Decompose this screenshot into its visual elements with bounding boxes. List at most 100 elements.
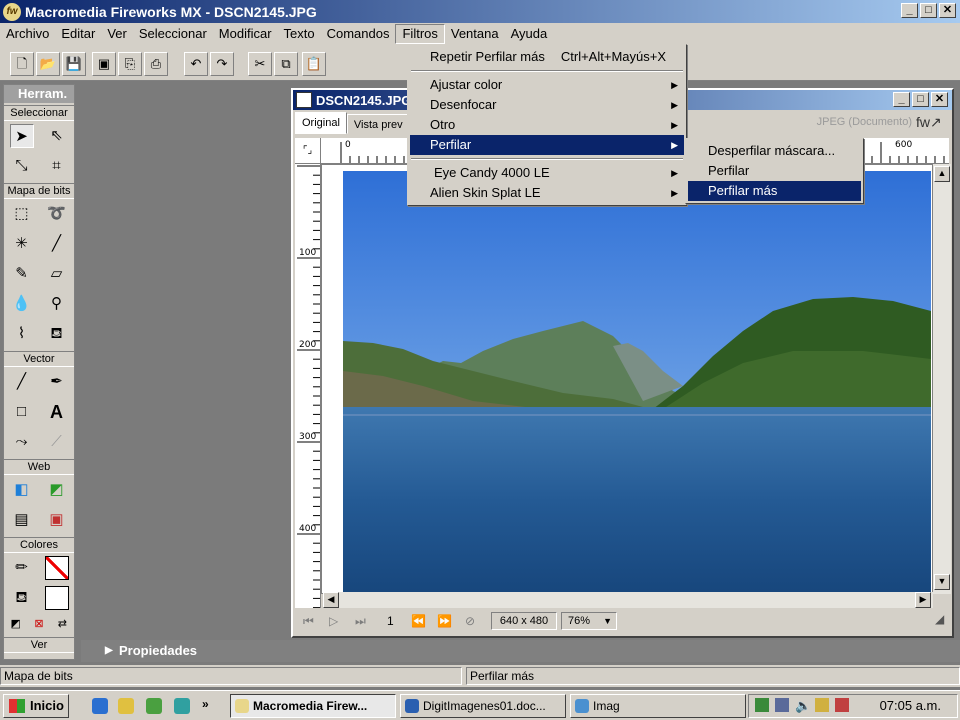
copy-icon[interactable]: ⧉	[274, 52, 298, 76]
menu-comandos[interactable]: Comandos	[321, 24, 396, 44]
eraser-tool-icon[interactable]: ▱	[45, 262, 69, 286]
scale-tool-icon[interactable]: ⤡	[10, 154, 34, 178]
vertical-scrollbar[interactable]: ▲ ▼	[933, 164, 951, 594]
freeform-tool-icon[interactable]: ⤳	[10, 430, 34, 454]
menu-item-otro[interactable]: Otro ▶	[410, 115, 684, 135]
first-frame-icon[interactable]: ⏮	[303, 614, 314, 629]
edit-in-icon[interactable]: fw↗	[916, 114, 946, 132]
task-fireworks[interactable]: Macromedia Firew...	[230, 694, 396, 718]
ruler-origin[interactable]: ⌜⌟	[295, 138, 321, 164]
open-folder-icon[interactable]: 📂	[36, 52, 60, 76]
eyedropper-icon[interactable]: ⌇	[10, 322, 34, 346]
task-imag[interactable]: Imag	[570, 694, 746, 718]
menu-item-alien-skin[interactable]: Alien Skin Splat LE ▶	[410, 183, 684, 203]
menu-editar[interactable]: Editar	[55, 24, 101, 44]
close-button[interactable]: ✕	[939, 3, 956, 18]
task-word-doc[interactable]: DigitImagenes01.doc...	[400, 694, 566, 718]
exit-bitmap-mode-icon[interactable]: ⊘	[465, 614, 475, 628]
new-file-icon[interactable]: 🗋	[10, 52, 34, 76]
hotspot-tool-icon[interactable]: ◧	[10, 478, 34, 502]
no-color-icon[interactable]: ⊠	[27, 612, 50, 636]
zoom-select[interactable]: 76% ▼	[561, 612, 617, 630]
last-frame-icon[interactable]: ⏭	[355, 614, 366, 629]
prev-frame-icon[interactable]: ⏪	[411, 614, 426, 628]
canvas-area[interactable]	[321, 164, 933, 594]
crop-tool-icon[interactable]: ⌗	[45, 154, 69, 178]
menu-item-desenfocar[interactable]: Desenfocar ▶	[410, 95, 684, 115]
export-icon[interactable]: ⎘	[118, 52, 142, 76]
blur-tool-icon[interactable]: 💧	[10, 292, 34, 316]
rubber-stamp-icon[interactable]: ⚲	[45, 292, 69, 316]
paint-bucket-icon[interactable]: ⛾	[45, 322, 69, 346]
start-button[interactable]: Inicio	[3, 694, 69, 718]
horizontal-scrollbar[interactable]: ◀ ▶	[323, 592, 933, 608]
tab-original[interactable]: Original	[295, 112, 347, 134]
undo-icon[interactable]: ↶	[184, 52, 208, 76]
menu-ayuda[interactable]: Ayuda	[505, 24, 554, 44]
resize-grip-icon[interactable]: ◢	[935, 612, 944, 626]
menu-seleccionar[interactable]: Seleccionar	[133, 24, 213, 44]
hide-slices-icon[interactable]: ▤	[10, 508, 34, 532]
magic-wand-icon[interactable]: ✳	[10, 232, 34, 256]
menu-modificar[interactable]: Modificar	[213, 24, 278, 44]
print-icon[interactable]: ⎙	[144, 52, 168, 76]
minimize-button[interactable]: _	[901, 3, 918, 18]
more-quicklaunch-icon[interactable]: »	[202, 697, 209, 711]
swap-colors-icon[interactable]: ⇄	[51, 612, 74, 636]
menu-item-perfilar[interactable]: Perfilar ▶	[410, 135, 684, 155]
menu-item-perfilar-basic[interactable]: Perfilar	[688, 161, 861, 181]
scroll-right-icon[interactable]: ▶	[915, 592, 931, 608]
redo-icon[interactable]: ↷	[210, 52, 234, 76]
slice-tool-icon[interactable]: ◩	[45, 478, 69, 502]
volume-icon[interactable]: 🔈	[795, 698, 811, 714]
paste-icon[interactable]: 📋	[302, 52, 326, 76]
menu-filtros[interactable]: Filtros	[395, 24, 445, 44]
default-colors-icon[interactable]: ◩	[4, 612, 27, 636]
next-frame-icon[interactable]: ⏩	[437, 614, 452, 628]
desktop-icon[interactable]	[174, 698, 190, 714]
outlook-icon[interactable]	[118, 698, 134, 714]
explorer-icon[interactable]	[146, 698, 162, 714]
doc-close-button[interactable]: ✕	[931, 92, 948, 107]
tools-panel-title[interactable]: Herram.	[4, 85, 74, 103]
scroll-up-icon[interactable]: ▲	[934, 166, 950, 182]
subselect-tool-icon[interactable]: ⇖	[45, 124, 69, 148]
lake-photo[interactable]	[343, 171, 931, 593]
menu-item-eye-candy[interactable]: Eye Candy 4000 LE ▶	[410, 163, 684, 183]
menu-archivo[interactable]: Archivo	[0, 24, 55, 44]
marquee-tool-icon[interactable]: ⬚	[10, 202, 34, 226]
tray-security-icon[interactable]	[835, 698, 849, 712]
ie-icon[interactable]	[92, 698, 108, 714]
line-tool-icon[interactable]: ╱	[10, 370, 34, 394]
menu-ver[interactable]: Ver	[101, 24, 133, 44]
stroke-color-swatch[interactable]	[44, 556, 69, 580]
tray-monitor-icon[interactable]	[815, 698, 829, 712]
fill-color-swatch[interactable]	[44, 586, 69, 610]
fill-color-icon[interactable]: ⛾	[10, 586, 34, 610]
maximize-button[interactable]: □	[920, 3, 937, 18]
menu-item-repeat-filter[interactable]: Repetir Perfilar más Ctrl+Alt+Mayús+X	[410, 47, 684, 67]
menu-texto[interactable]: Texto	[278, 24, 321, 44]
import-icon[interactable]: ▣	[92, 52, 116, 76]
menu-item-perfilar-mas[interactable]: Perfilar más	[688, 181, 861, 201]
menu-item-ajustar-color[interactable]: Ajustar color ▶	[410, 75, 684, 95]
show-slices-icon[interactable]: ▣	[45, 508, 69, 532]
fireworks-app-icon[interactable]: fw	[3, 2, 21, 21]
tray-app-icon[interactable]	[755, 698, 769, 712]
doc-maximize-button[interactable]: □	[912, 92, 929, 107]
tab-preview[interactable]: Vista prev	[346, 114, 410, 134]
clock[interactable]: 07:05 a.m.	[880, 698, 941, 713]
tray-network-icon[interactable]	[775, 698, 789, 712]
lasso-tool-icon[interactable]: ➰	[45, 202, 69, 226]
rectangle-tool-icon[interactable]: □	[10, 400, 34, 424]
expand-arrow-icon[interactable]: ▶	[105, 640, 113, 662]
cut-icon[interactable]: ✂	[248, 52, 272, 76]
scroll-left-icon[interactable]: ◀	[323, 592, 339, 608]
save-icon[interactable]: 💾	[62, 52, 86, 76]
stroke-color-icon[interactable]: ✏	[10, 556, 34, 580]
play-icon[interactable]: ▷	[329, 614, 338, 628]
pencil-tool-icon[interactable]: ✎	[10, 262, 34, 286]
menu-item-desperfilar-mascara[interactable]: Desperfilar máscara...	[688, 141, 861, 161]
knife-tool-icon[interactable]: ⟋	[45, 430, 69, 454]
scroll-down-icon[interactable]: ▼	[934, 574, 950, 590]
